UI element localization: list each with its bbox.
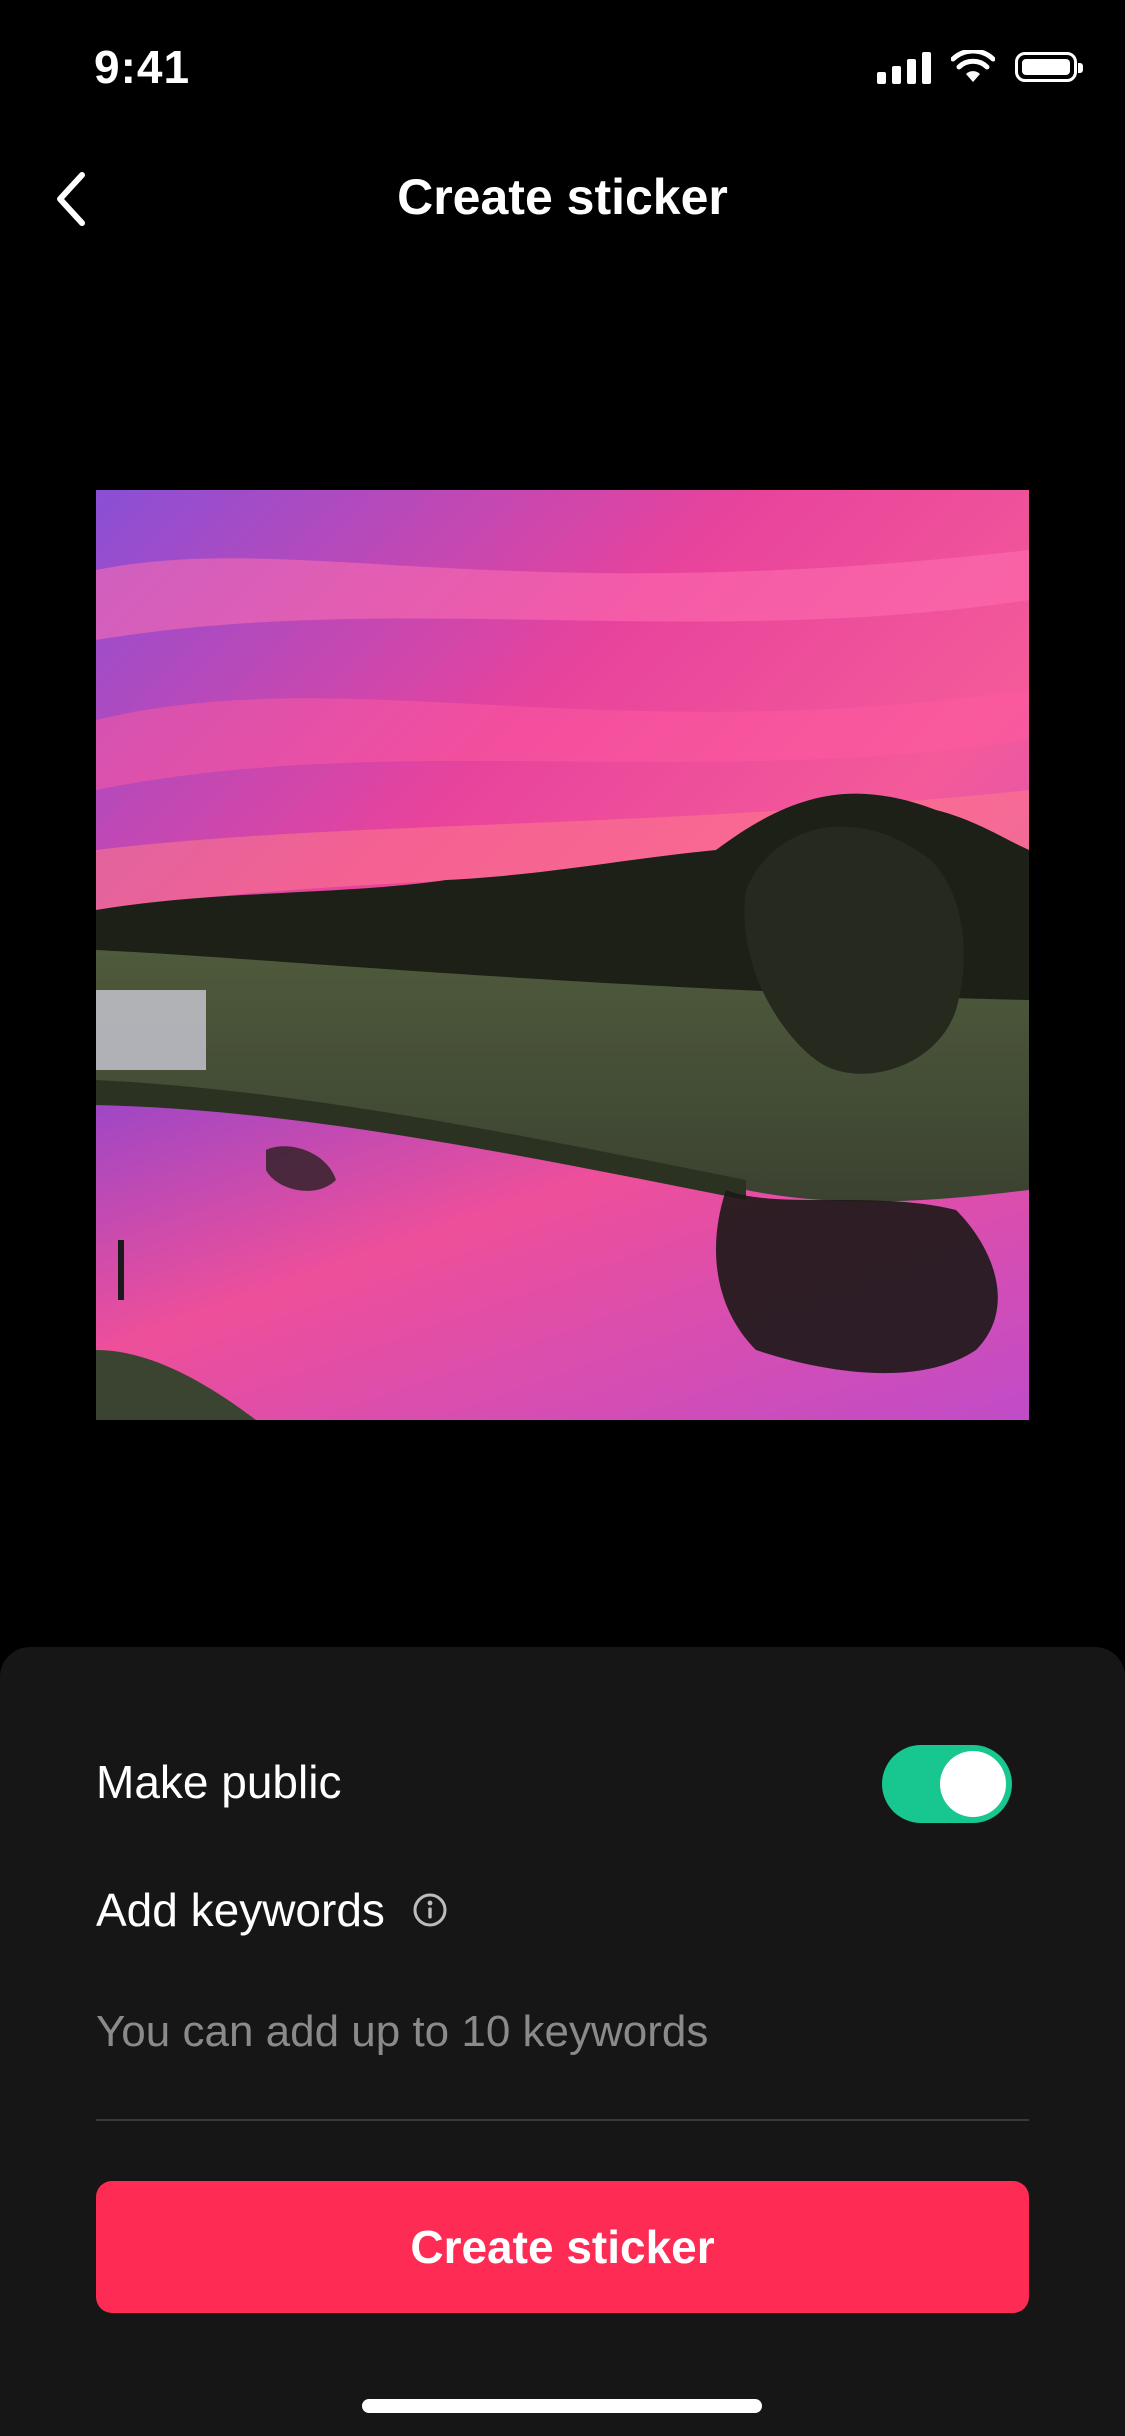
nav-bar: Create sticker — [0, 150, 1125, 250]
status-time: 9:41 — [94, 41, 191, 93]
create-sticker-button[interactable]: Create sticker — [96, 2181, 1029, 2313]
make-public-label: Make public — [96, 1756, 342, 1808]
home-indicator — [362, 2399, 762, 2413]
keywords-input[interactable] — [96, 1997, 1029, 2067]
status-icons — [877, 50, 1083, 84]
status-bar: 9:41 — [0, 0, 1125, 140]
make-public-toggle[interactable] — [882, 1745, 1012, 1823]
settings-sheet: Make public Add keywords Create sticker — [0, 1647, 1125, 2436]
divider — [96, 2119, 1029, 2121]
add-keywords-row: Add keywords — [96, 1883, 448, 1937]
toggle-knob — [940, 1751, 1006, 1817]
info-icon[interactable] — [412, 1892, 448, 1928]
sticker-preview-image — [96, 490, 1029, 1420]
add-keywords-label: Add keywords — [96, 1884, 385, 1936]
battery-icon — [1015, 52, 1083, 82]
cellular-signal-icon — [877, 50, 931, 84]
wifi-icon — [951, 50, 995, 82]
page-title: Create sticker — [397, 169, 728, 225]
